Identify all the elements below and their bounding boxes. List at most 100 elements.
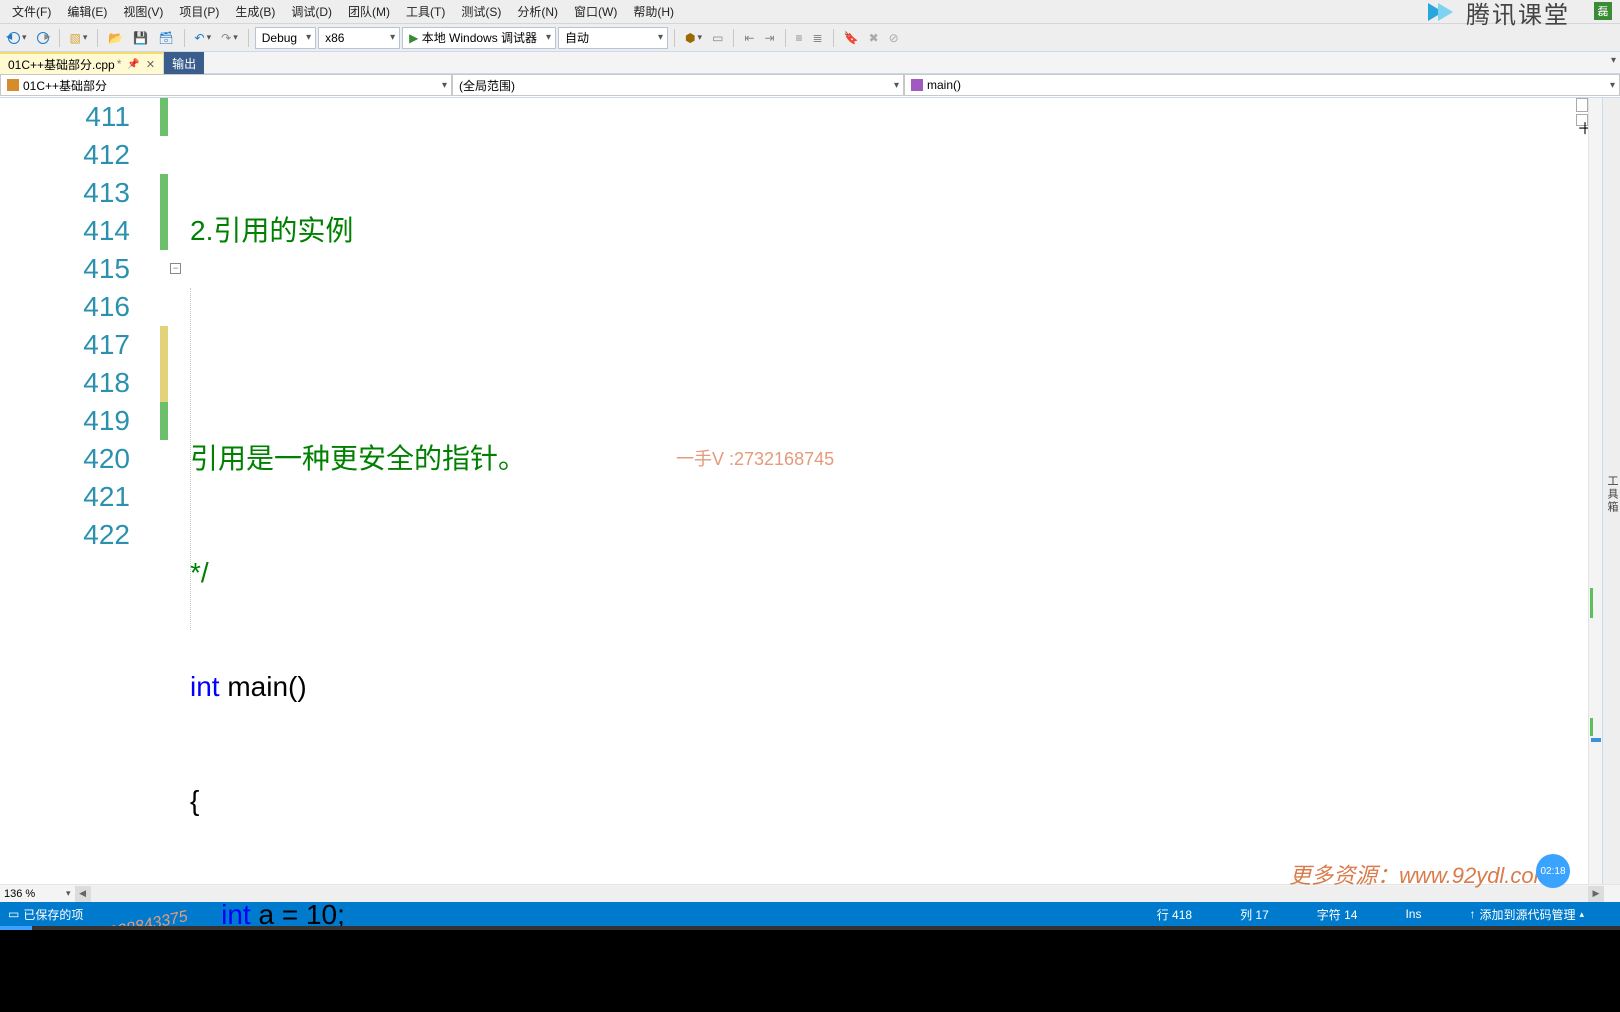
close-icon[interactable]: ✕ [146, 58, 155, 71]
dirty-indicator: * [117, 57, 122, 71]
menu-window[interactable]: 窗口(W) [566, 0, 625, 23]
line-number: 421 [0, 478, 130, 516]
comment-button[interactable]: ≡ [792, 27, 807, 49]
line-number: 414 [0, 212, 130, 250]
menu-analyze[interactable]: 分析(N) [509, 0, 566, 23]
indent-less-button[interactable]: ⇤ [740, 27, 758, 49]
open-file-button[interactable]: 📂 [104, 27, 127, 49]
back-icon [8, 32, 20, 44]
scroll-left-icon[interactable]: ◀ [75, 886, 91, 902]
indent-right-icon: ⇥ [764, 31, 774, 45]
code-text: { [190, 785, 199, 816]
menu-file[interactable]: 文件(F) [4, 0, 59, 23]
tab-overflow-icon[interactable]: ▾ [1611, 55, 1616, 66]
line-number: 413 [0, 174, 130, 212]
comment-icon: ≡ [796, 31, 803, 45]
member-scope-label: main() [927, 78, 961, 92]
watermark-bottom-right: 更多资源：www.92ydl.com [1289, 858, 1552, 890]
solution-platform-dropdown[interactable]: x86 [318, 27, 400, 49]
brand-text: 腾讯课堂 [1466, 0, 1570, 30]
menu-edit[interactable]: 编辑(E) [59, 0, 115, 23]
toolbox-panel-tab[interactable]: 工具箱 [1602, 98, 1620, 884]
menu-bar: 文件(F) 编辑(E) 视图(V) 项目(P) 生成(B) 调试(D) 团队(M… [0, 0, 1620, 24]
clear-all-bookmark-button[interactable]: ⊘ [885, 27, 903, 49]
video-control-bar[interactable] [0, 926, 1620, 1012]
fold-toggle[interactable]: − [170, 263, 181, 274]
line-number: 417 [0, 326, 130, 364]
code-editor[interactable]: ＋ 411 412 413 414 415 416 417 418 419 42… [0, 98, 1620, 884]
undo-button[interactable]: ↶▾ [191, 27, 216, 49]
watermark-center: 一手V :2732168745 [676, 440, 834, 478]
clear-bookmark-button[interactable]: ✖ [865, 27, 883, 49]
line-number-gutter: 411 412 413 414 415 416 417 418 419 420 … [0, 98, 160, 884]
type-scope-dropdown[interactable]: (全局范围) [452, 74, 904, 96]
bookmark-icon: 🔖 [844, 31, 859, 45]
bookmark-button[interactable]: 🔖 [840, 27, 863, 49]
member-scope-dropdown[interactable]: main() [904, 74, 1620, 96]
menu-debug[interactable]: 调试(D) [283, 0, 340, 23]
solution-config-dropdown[interactable]: Debug [255, 27, 316, 49]
status-saved-label: 已保存的项 [23, 906, 83, 923]
bookmark-xx-icon: ⊘ [889, 31, 899, 45]
tab-source-file[interactable]: 01C++基础部分.cpp* 📌 ✕ [0, 52, 164, 74]
menu-build[interactable]: 生成(B) [227, 0, 283, 23]
project-icon [7, 79, 19, 91]
overview-ruler[interactable] [1588, 98, 1602, 884]
status-saved[interactable]: ▭已保存的项 [8, 906, 83, 923]
menu-project[interactable]: 项目(P) [171, 0, 227, 23]
fold-gutter: − [168, 98, 186, 884]
process-button[interactable]: ⬢▾ [681, 27, 706, 49]
undo-icon: ↶ [195, 31, 205, 45]
menu-view[interactable]: 视图(V) [115, 0, 171, 23]
function-icon [911, 79, 923, 91]
indent-more-button[interactable]: ⇥ [760, 27, 778, 49]
pin-icon[interactable]: 📌 [127, 59, 139, 70]
hex-icon: ⬢ [685, 31, 695, 45]
main-toolbar: ▾ ▧▾ 📂 💾 🗃 ↶▾ ↷▾ Debug x86 ▶ 本地 Windows … [0, 24, 1620, 52]
save-all-icon: 🗃 [158, 31, 173, 45]
open-icon: 📂 [108, 31, 123, 45]
uncomment-button[interactable]: ≣ [809, 27, 827, 49]
nav-forward-button[interactable] [33, 27, 53, 49]
save-all-button[interactable]: 🗃 [154, 27, 177, 49]
new-item-button[interactable]: ▧▾ [66, 27, 92, 49]
line-number: 422 [0, 516, 130, 554]
zoom-level-dropdown[interactable]: 136 % [4, 888, 66, 900]
code-area[interactable]: 2.引用的实例 引用是一种更安全的指针。 */ int main() { int… [186, 98, 1620, 884]
save-button[interactable]: 💾 [129, 27, 152, 49]
tab-label: 01C++基础部分.cpp [8, 56, 115, 73]
start-debug-button[interactable]: ▶ 本地 Windows 调试器 ▾ [402, 27, 556, 49]
line-number: 415 [0, 250, 130, 288]
code-text: 引用是一种更安全的指针。 [190, 443, 526, 474]
line-number: 419 [0, 402, 130, 440]
line-number: 420 [0, 440, 130, 478]
scroll-right-icon[interactable]: ▶ [1588, 886, 1604, 902]
menu-help[interactable]: 帮助(H) [625, 0, 682, 23]
type-scope-label: (全局范围) [459, 77, 515, 94]
document-tabs: 01C++基础部分.cpp* 📌 ✕ 输出 ▾ [0, 52, 1620, 74]
line-number: 418 [0, 364, 130, 402]
save-icon: 💾 [133, 31, 148, 45]
redo-icon: ↷ [221, 31, 231, 45]
line-number: 412 [0, 136, 130, 174]
uncomment-icon: ≣ [813, 31, 823, 45]
new-file-icon: ▧ [70, 31, 81, 45]
project-scope-dropdown[interactable]: 01C++基础部分 [0, 74, 452, 96]
tab-output[interactable]: 输出 [164, 52, 204, 74]
auto-dropdown[interactable]: 自动 [558, 27, 668, 49]
video-progress[interactable] [0, 926, 1620, 930]
indent-left-icon: ⇤ [744, 31, 754, 45]
line-number: 416 [0, 288, 130, 326]
brand-logo: 腾讯课堂 [1428, 0, 1570, 28]
menu-tools[interactable]: 工具(T) [398, 0, 453, 23]
nav-back-button[interactable]: ▾ [4, 27, 31, 49]
modification-bar [160, 98, 168, 884]
stack-frame-button[interactable]: ▭ [708, 27, 727, 49]
redo-button[interactable]: ↷▾ [217, 27, 242, 49]
code-nav-bar: 01C++基础部分 (全局范围) main() [0, 74, 1620, 98]
menu-team[interactable]: 团队(M) [340, 0, 398, 23]
user-badge[interactable]: 磊 [1594, 2, 1612, 20]
play-icon: ▶ [409, 31, 418, 45]
menu-test[interactable]: 测试(S) [453, 0, 509, 23]
code-text: int [190, 671, 220, 702]
